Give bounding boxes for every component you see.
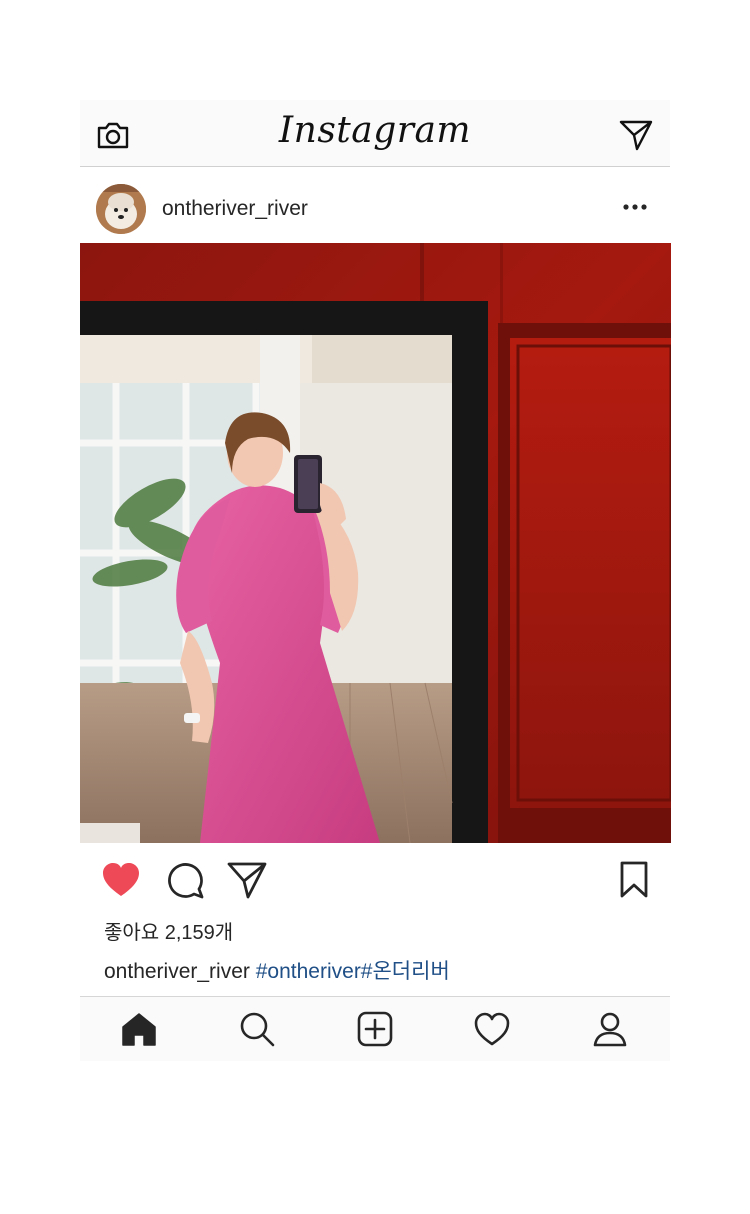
post-actions	[80, 843, 670, 923]
more-dots-icon[interactable]	[622, 197, 648, 217]
post-photo[interactable]	[80, 243, 671, 843]
profile-icon[interactable]	[590, 1009, 630, 1049]
avatar[interactable]	[96, 184, 146, 234]
instagram-post-frame: Instagram ontheriver_river 좋아요 2,159개 on…	[80, 100, 671, 1061]
add-post-icon[interactable]	[355, 1009, 395, 1049]
likes-count[interactable]: 좋아요 2,159개	[104, 916, 233, 945]
post-username[interactable]: ontheriver_river	[162, 197, 308, 221]
search-icon[interactable]	[237, 1009, 277, 1049]
comment-icon[interactable]	[164, 859, 206, 901]
activity-heart-icon[interactable]	[472, 1009, 512, 1049]
bookmark-icon[interactable]	[613, 859, 655, 901]
post-header: ontheriver_river	[80, 167, 670, 243]
heart-icon[interactable]	[100, 859, 142, 901]
caption-username[interactable]: ontheriver_river	[104, 960, 250, 983]
top-app-bar: Instagram	[80, 100, 670, 167]
app-logo: Instagram	[278, 110, 472, 151]
share-icon[interactable]	[226, 859, 268, 901]
paper-plane-icon[interactable]	[618, 117, 654, 153]
home-icon[interactable]	[119, 1009, 159, 1049]
caption-hashtags[interactable]: #ontheriver#온더리버	[256, 960, 450, 983]
post-caption: ontheriver_river #ontheriver#온더리버	[104, 955, 450, 985]
bottom-nav	[80, 996, 670, 1061]
